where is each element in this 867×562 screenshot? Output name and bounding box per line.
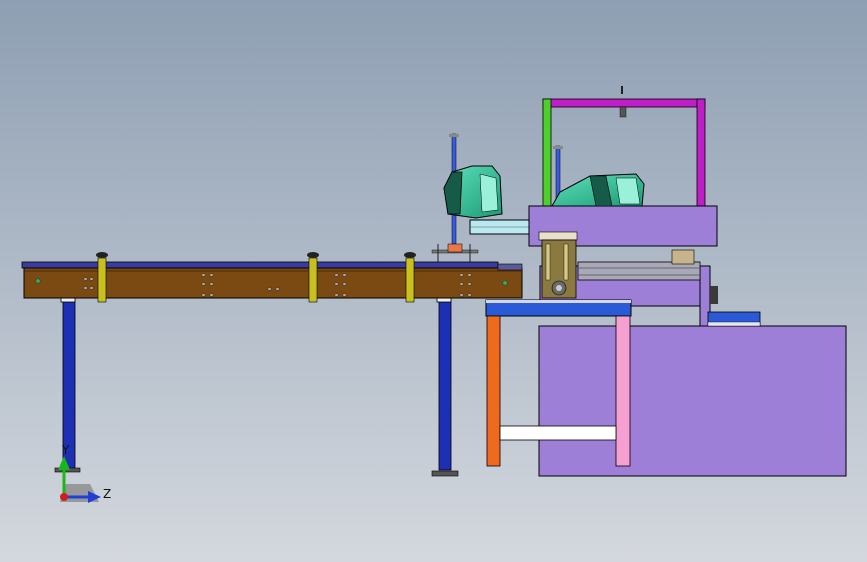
front-table-crossbar bbox=[499, 425, 617, 441]
y-axis-label: Y bbox=[61, 443, 70, 457]
front-table-leg-left bbox=[486, 315, 501, 467]
assembly-side-view: Y Z bbox=[0, 0, 867, 562]
conveyor-belt-top bbox=[21, 261, 499, 269]
front-table-leg-right bbox=[615, 315, 631, 467]
z-axis-label: Z bbox=[103, 487, 111, 501]
frame-right-post bbox=[696, 98, 706, 210]
frame-left-post bbox=[542, 98, 552, 210]
frame-top-beam bbox=[542, 98, 706, 108]
cad-viewport[interactable]: Y Z bbox=[0, 0, 867, 562]
gearbox-module bbox=[538, 231, 578, 299]
station-lower-block bbox=[538, 325, 847, 477]
